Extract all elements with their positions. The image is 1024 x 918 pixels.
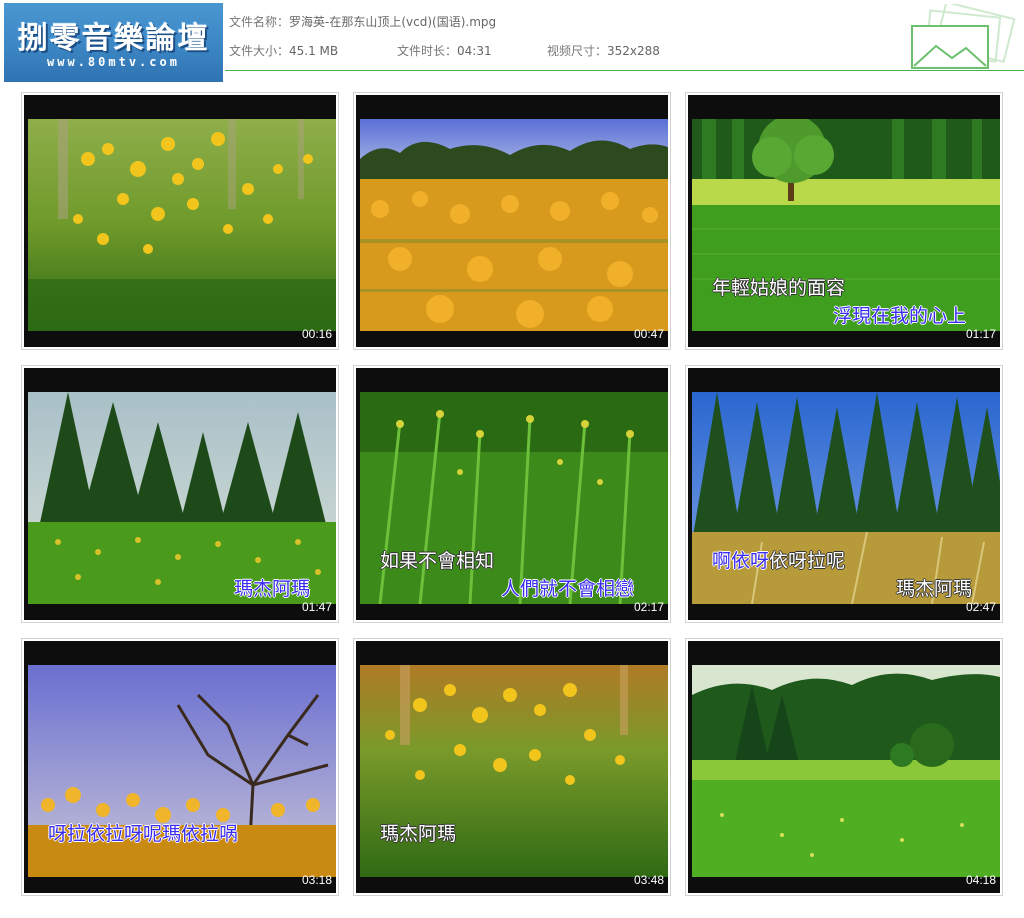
lyric-line-1: 如果不會相知 [380, 550, 495, 572]
video-frame: 呀拉依拉呀呢瑪依拉㖞 03:18 [24, 641, 336, 893]
video-dimensions-row: 视频尺寸：352x288 [547, 42, 660, 59]
thumbnail-6[interactable]: 啊依呀依呀拉呢 瑪杰阿瑪 02:47 [685, 365, 1003, 623]
timestamp: 00:16 [301, 327, 332, 341]
thumbnail-2[interactable]: 00:47 [353, 92, 671, 350]
video-dimensions-value: 352x288 [607, 44, 660, 58]
file-duration-value: 04:31 [457, 44, 492, 58]
video-frame: 瑪杰阿瑪 03:48 [356, 641, 668, 893]
lyric-line-1-unsung: 依呀拉呢 [769, 550, 846, 572]
file-info-header: 捌零音樂論壇 www.80mtv.com 文件名称：罗海英-在那东山顶上(vcd… [0, 0, 1024, 86]
logo-url: www.80mtv.com [47, 55, 180, 69]
lyric-line-1: 呀拉依拉呀呢瑪依拉㖞 [48, 823, 239, 845]
lyric-line-2: 瑪杰阿瑪 [896, 578, 973, 600]
scene-image [692, 665, 1000, 877]
file-name-row: 文件名称：罗海英-在那东山顶上(vcd)(国语).mpg [229, 13, 496, 30]
timestamp: 03:18 [301, 873, 332, 887]
scene-image [28, 119, 336, 331]
site-logo: 捌零音樂論壇 www.80mtv.com [4, 3, 223, 82]
thumbnail-9[interactable]: 04:18 [685, 638, 1003, 896]
file-size-value: 45.1 MB [289, 44, 339, 58]
timestamp: 03:48 [633, 873, 664, 887]
video-frame: 瑪杰阿瑪 01:47 [24, 368, 336, 620]
file-duration-row: 文件时长：04:31 [397, 42, 492, 59]
timestamp: 01:17 [965, 327, 996, 341]
lyric-line-2: 人們就不會相戀 [501, 578, 635, 600]
lyric-line-1: 瑪杰阿瑪 [380, 823, 457, 845]
file-size-label: 文件大小： [229, 44, 290, 58]
timestamp: 02:17 [633, 600, 664, 614]
file-name-value: 罗海英-在那东山顶上(vcd)(国语).mpg [289, 15, 497, 29]
timestamp: 01:47 [301, 600, 332, 614]
file-size-row: 文件大小：45.1 MB [229, 42, 338, 59]
header-divider [225, 70, 1024, 71]
picture-stack-icon [911, 4, 1016, 69]
file-duration-label: 文件时长： [397, 44, 458, 58]
video-frame: 年輕姑娘的面容 浮現在我的心上 01:17 [688, 95, 1000, 347]
lyric-line-1: 啊依呀依呀拉呢 [712, 546, 845, 573]
scene-image [28, 392, 336, 604]
thumbnail-1[interactable]: 00:16 [21, 92, 339, 350]
thumbnail-5[interactable]: 如果不會相知 人們就不會相戀 02:17 [353, 365, 671, 623]
timestamp: 02:47 [965, 600, 996, 614]
video-frame: 啊依呀依呀拉呢 瑪杰阿瑪 02:47 [688, 368, 1000, 620]
video-frame: 04:18 [688, 641, 1000, 893]
timestamp: 04:18 [965, 873, 996, 887]
lyric-line-1: 瑪杰阿瑪 [234, 578, 311, 600]
timestamp: 00:47 [633, 327, 664, 341]
thumbnail-8[interactable]: 瑪杰阿瑪 03:48 [353, 638, 671, 896]
video-dimensions-label: 视频尺寸： [547, 44, 608, 58]
video-frame: 00:47 [356, 95, 668, 347]
lyric-line-1-sung: 啊依呀 [712, 550, 770, 572]
file-name-label: 文件名称： [229, 15, 290, 29]
thumbnail-4[interactable]: 瑪杰阿瑪 01:47 [21, 365, 339, 623]
lyric-line-1: 年輕姑娘的面容 [712, 277, 846, 299]
thumbnail-7[interactable]: 呀拉依拉呀呢瑪依拉㖞 03:18 [21, 638, 339, 896]
video-frame: 00:16 [24, 95, 336, 347]
scene-image [360, 119, 668, 331]
lyric-line-2: 浮現在我的心上 [833, 305, 967, 327]
video-frame: 如果不會相知 人們就不會相戀 02:17 [356, 368, 668, 620]
thumbnail-3[interactable]: 年輕姑娘的面容 浮現在我的心上 01:17 [685, 92, 1003, 350]
logo-title: 捌零音樂論壇 [17, 21, 210, 56]
